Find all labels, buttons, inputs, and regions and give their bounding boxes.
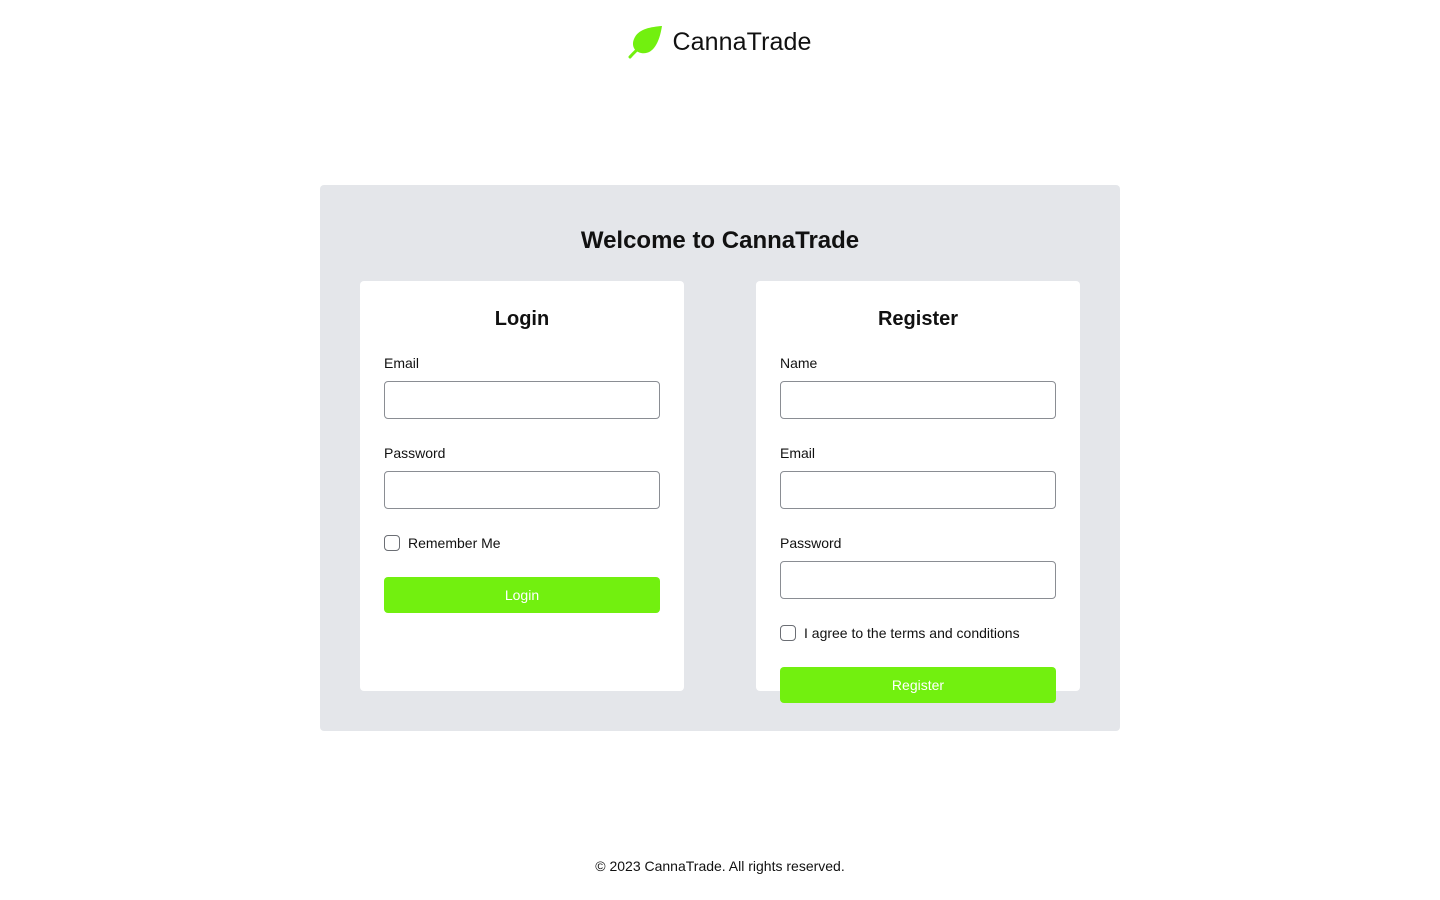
login-password-field[interactable] [384,471,660,509]
login-email-label: Email [384,355,420,371]
site-header: CannaTrade [0,24,1440,60]
register-name-field[interactable] [780,381,1056,419]
register-email-label: Email [780,445,816,461]
page-title: Welcome to CannaTrade [580,227,860,254]
register-password-label: Password [780,535,842,551]
register-password-field[interactable] [780,561,1056,599]
register-name-label: Name [780,355,818,371]
terms-label[interactable]: I agree to the terms and conditions [804,623,1020,643]
remember-me-label[interactable]: Remember Me [408,533,501,553]
login-password-label: Password [384,445,446,461]
terms-checkbox[interactable] [780,625,796,641]
register-card: Register Name Email Password I agree to … [756,281,1080,703]
register-email-field[interactable] [780,471,1056,509]
auth-panel: Welcome to CannaTrade Login Email Passwo… [320,185,1120,731]
login-button[interactable]: Login [384,577,660,613]
register-title: Register [877,308,959,330]
leaf-icon [628,26,663,59]
register-button[interactable]: Register [780,667,1056,703]
brand-name[interactable]: CannaTrade [672,28,811,57]
login-email-field[interactable] [384,381,660,419]
remember-me-row[interactable]: Remember Me [384,533,660,553]
page: CannaTrade Welcome to CannaTrade Login E… [0,0,1440,900]
remember-me-checkbox[interactable] [384,535,400,551]
terms-row[interactable]: I agree to the terms and conditions [780,623,1056,643]
footer-copyright: © 2023 CannaTrade. All rights reserved. [595,858,845,874]
login-card: Login Email Password Remember Me Login [360,281,684,691]
login-title: Login [494,308,550,330]
